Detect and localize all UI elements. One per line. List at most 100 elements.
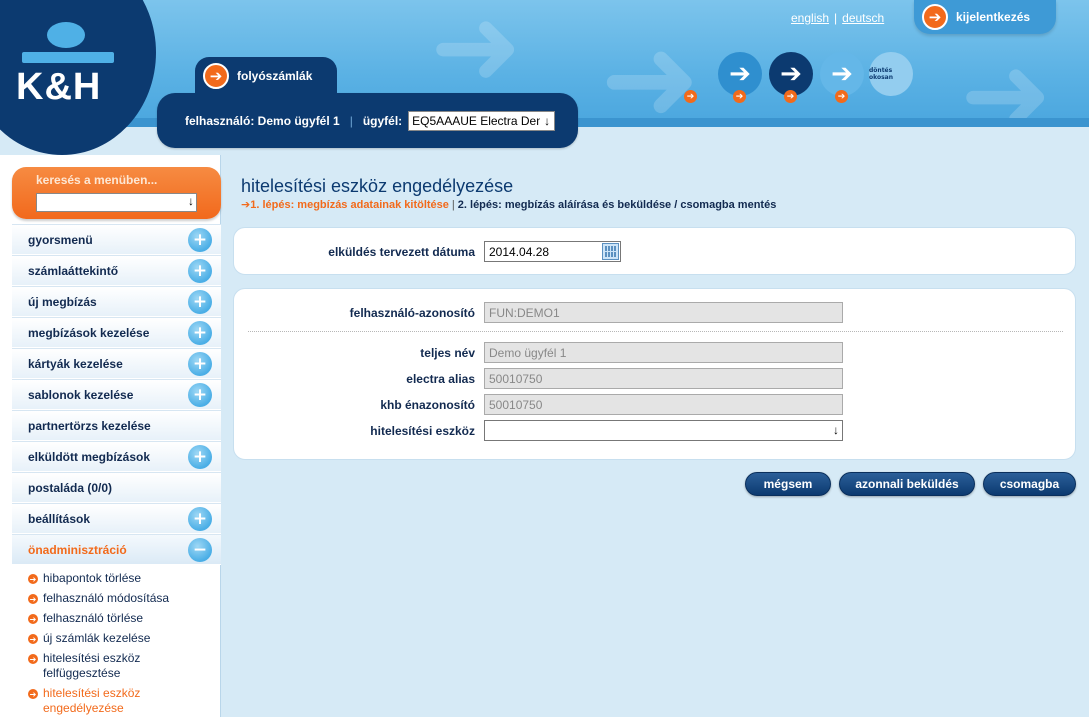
sidebar-item-label: postaláda (0/0) (28, 480, 113, 495)
logo-bar-icon (22, 52, 114, 63)
khb-id-row: khb énazonosító 50010750 (234, 394, 1077, 415)
send-date-field[interactable]: 2014.04.28 (484, 241, 621, 262)
cancel-button[interactable]: mégsem (745, 472, 831, 496)
electra-alias-row: electra alias 50010750 (234, 368, 1077, 389)
sidebar-item-kartyak-kezelese[interactable]: kártyák kezelése + (12, 348, 221, 379)
chevron-down-icon: ↓ (540, 111, 555, 130)
sidebar-item-label: számlaáttekintő (28, 263, 119, 278)
sidebar-item-postalada[interactable]: postaláda (0/0) (12, 472, 221, 503)
lang-deutsch-link[interactable]: deutsch (842, 11, 884, 25)
sidebar-item-label: elküldött megbízások (28, 449, 151, 464)
sidebar-item-sablonok-kezelese[interactable]: sablonok kezelése + (12, 379, 221, 410)
submenu-item-eszkoz-engedelyezese[interactable]: ➔ hitelesítési eszköz engedélyezése (12, 686, 221, 716)
plus-icon[interactable]: + (188, 228, 212, 252)
user-id-field: FUN:DEMO1 (484, 302, 843, 323)
arrow-right-icon: ➔ (28, 689, 38, 699)
logo-ball-icon (47, 22, 85, 48)
sidebar-item-szamlaattekinto[interactable]: számlaáttekintő + (12, 255, 221, 286)
arrow-right-icon: ➔ (28, 614, 38, 624)
submenu-item-label: felhasználó módosítása (43, 591, 170, 605)
client-label: ügyfél: (362, 113, 403, 128)
khb-id-field: 50010750 (484, 394, 843, 415)
mini-arrow-icon: ➔ (733, 90, 746, 103)
sidebar-item-label: sablonok kezelése (28, 387, 134, 402)
sidebar-item-partnertorzs-kezelese[interactable]: partnertörzs kezelése (12, 410, 221, 441)
page-title: hitelesítési eszköz engedélyezése (241, 176, 514, 196)
submenu-item-felhasznalo-modositasa[interactable]: ➔ felhasználó módosítása (12, 591, 221, 606)
sidebar-item-label: gyorsmenü (28, 232, 93, 247)
sidebar-item-label: kártyák kezelése (28, 356, 123, 371)
logout-label: kijelentkezés (956, 10, 1031, 24)
tab-folyoszamlak[interactable]: ➔ folyószámlák (195, 57, 337, 95)
sidebar-item-label: önadminisztráció (28, 542, 127, 557)
background-arrow-icon: ➜ (960, 30, 1053, 127)
electra-alias-label: electra alias (406, 371, 475, 386)
auth-device-select[interactable]: ↓ (484, 420, 843, 441)
logout-button[interactable]: ➔ kijelentkezés (914, 0, 1056, 34)
arrow-right-icon: ➔ (203, 63, 229, 89)
user-id-row: felhasználó-azonosító FUN:DEMO1 (234, 302, 1077, 323)
lang-english-link[interactable]: english (791, 11, 829, 25)
submenu-item-label: felhasználó törlése (43, 611, 144, 625)
sidebar-item-gyorsmenu[interactable]: gyorsmenü + (12, 224, 221, 255)
breadcrumb-step-2: 2. lépés: megbízás aláírása és beküldése… (457, 199, 777, 211)
sidebar-item-label: megbízások kezelése (28, 325, 150, 340)
breadcrumb-step-1: 1. lépés: megbízás adatainak kitöltése (250, 199, 449, 211)
logo[interactable]: K&H (16, 66, 101, 109)
submenu-item-label: hibapontok törlése (43, 571, 142, 585)
submenu-item-label: hitelesítési eszköz engedélyezése (43, 686, 141, 715)
full-name-row: teljes név Demo ügyfél 1 (234, 342, 1077, 363)
chevron-down-icon: ↓ (833, 423, 839, 437)
tab-label: folyószámlák (237, 69, 313, 83)
sidebar-item-megbizasok-kezelese[interactable]: megbízások kezelése + (12, 317, 221, 348)
user-bar: felhasználó: Demo ügyfél 1 | ügyfél: EQ5… (157, 93, 578, 148)
sidebar-item-beallitasok[interactable]: beállítások + (12, 503, 221, 534)
plus-icon[interactable]: + (188, 352, 212, 376)
plus-icon[interactable]: + (188, 383, 212, 407)
plus-icon[interactable]: + (188, 290, 212, 314)
submenu-item-uj-szamlak-kezelese[interactable]: ➔ új számlák kezelése (12, 631, 221, 646)
submenu-item-label: hitelesítési eszköz felfüggesztése (43, 651, 141, 680)
arrow-right-icon: ➔ (28, 634, 38, 644)
plus-icon[interactable]: + (188, 259, 212, 283)
sidebar-submenu: ➔ hibapontok törlése ➔ felhasználó módosít… (12, 566, 221, 717)
submenu-item-felhasznalo-torlese[interactable]: ➔ felhasználó törlése (12, 611, 221, 626)
sidebar-item-uj-megbizas[interactable]: új megbízás + (12, 286, 221, 317)
sidebar-item-label: beállítások (28, 511, 91, 526)
auth-device-label: hitelesítési eszköz (370, 423, 475, 438)
language-switcher: english | deutsch (791, 11, 884, 25)
arrow-right-icon: ➔ (28, 594, 38, 604)
sidebar-menu: gyorsmenü + számlaáttekintő + új megbízás +… (12, 224, 221, 565)
plus-icon[interactable]: + (188, 321, 212, 345)
sidebar-item-onadminisztracio[interactable]: önadminisztráció − (12, 534, 221, 565)
client-select-value: EQ5AAAUE Electra Demo (412, 113, 553, 128)
sidebar-item-label: új megbízás (28, 294, 97, 309)
full-name-field: Demo ügyfél 1 (484, 342, 843, 363)
send-date-value: 2014.04.28 (489, 244, 550, 259)
submenu-item-hibapontok-torlese[interactable]: ➔ hibapontok törlése (12, 571, 221, 586)
breadcrumb-current-arrow-icon: ➔ (241, 199, 251, 211)
add-to-package-button[interactable]: csomagba (983, 472, 1076, 496)
arrow-right-icon: ➔ (28, 574, 38, 584)
chevron-down-icon: ↓ (188, 194, 194, 208)
send-date-label: elküldés tervezett dátuma (328, 244, 475, 259)
mini-arrow-icon: ➔ (684, 90, 697, 103)
menu-search-label: keresés a menüben... (36, 173, 158, 187)
sidebar-item-elkuldott-megbizasok[interactable]: elküldött megbízások + (12, 441, 221, 472)
arrow-right-icon: ➔ (28, 654, 38, 664)
minus-icon[interactable]: − (188, 538, 212, 562)
client-select[interactable]: EQ5AAAUE Electra Demo ↓ (408, 110, 556, 131)
sidebar: keresés a menüben... ↓ gyorsmenü + számla… (0, 155, 221, 717)
user-label: felhasználó: Demo ügyfél 1 (185, 113, 340, 128)
user-details-panel: felhasználó-azonosító FUN:DEMO1 teljes n… (233, 288, 1076, 460)
menu-search-box: keresés a menüben... ↓ (12, 167, 221, 219)
mini-arrow-icon: ➔ (784, 90, 797, 103)
send-now-button[interactable]: azonnali beküldés (839, 472, 975, 496)
calendar-icon[interactable] (602, 243, 619, 260)
plus-icon[interactable]: + (188, 507, 212, 531)
menu-search-select[interactable]: ↓ (36, 193, 197, 212)
plus-icon[interactable]: + (188, 445, 212, 469)
send-date-row: elküldés tervezett dátuma 2014.04.28 (234, 241, 1077, 262)
step-4-icon: döntés okosan (869, 52, 913, 96)
submenu-item-eszkoz-felfuggesztese[interactable]: ➔ hitelesítési eszköz felfüggesztése (12, 651, 221, 681)
